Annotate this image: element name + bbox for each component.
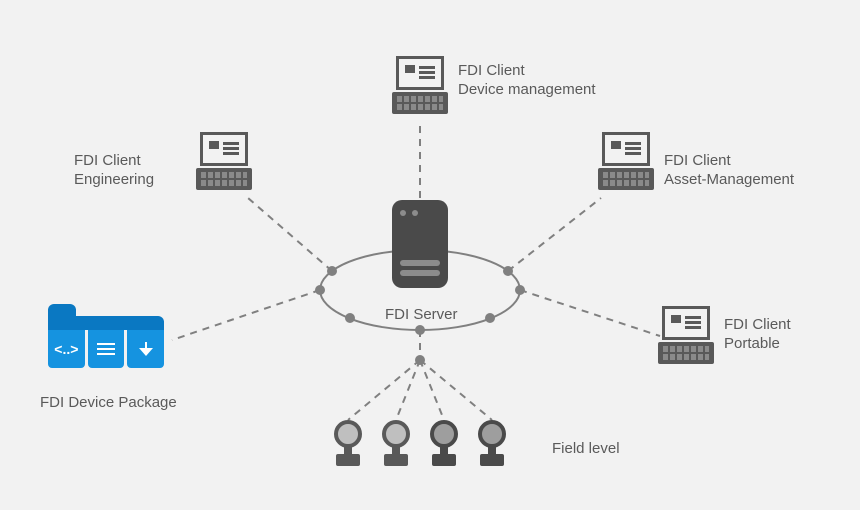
fdi-architecture-diagram: FDI Server FDI Client Engineering FDI Cl… [0, 0, 860, 510]
field-sensor-icon [332, 420, 364, 466]
field-sensor-icon [476, 420, 508, 466]
computer-icon-engineering [196, 132, 252, 192]
computer-icon-portable [658, 306, 714, 366]
computer-icon-asset-mgmt [598, 132, 654, 192]
client-portable-label: FDI Client Portable [724, 316, 791, 354]
server-label: FDI Server [385, 306, 458, 325]
package-box-list [88, 330, 125, 368]
device-package-icon: <..> [48, 304, 164, 368]
field-level-label: Field level [552, 440, 620, 459]
client-asset-mgmt-label: FDI Client Asset-Management [664, 152, 794, 190]
computer-icon-device-mgmt [392, 56, 448, 116]
device-package-label: FDI Device Package [40, 394, 177, 413]
field-sensor-icon [380, 420, 412, 466]
package-box-code: <..> [48, 330, 85, 368]
client-engineering-label: FDI Client Engineering [74, 152, 154, 190]
server-icon [392, 200, 448, 288]
field-sensor-icon [428, 420, 460, 466]
package-box-arrow [127, 330, 164, 368]
client-device-mgmt-label: FDI Client Device management [458, 62, 596, 100]
